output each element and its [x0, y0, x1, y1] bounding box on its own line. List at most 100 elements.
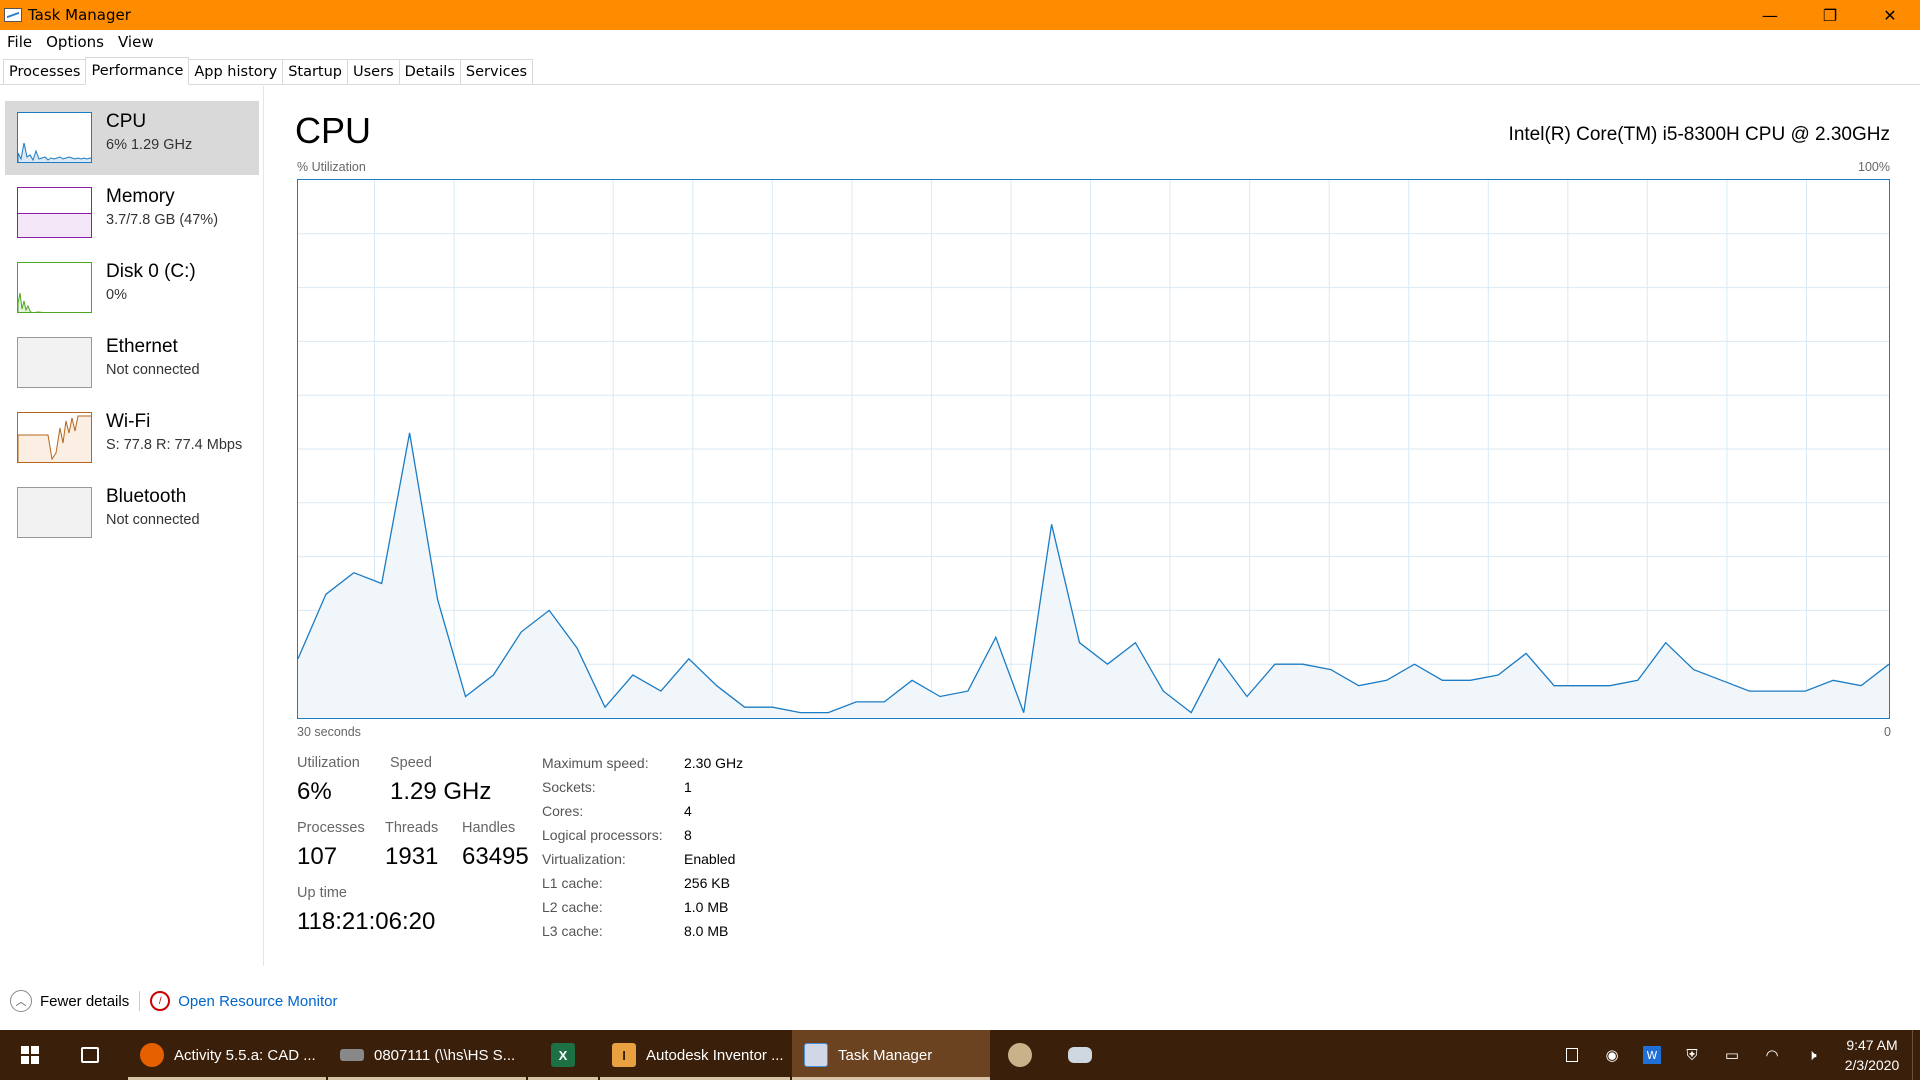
show-desktop-button[interactable]	[1912, 1030, 1920, 1080]
cpu-specs: Maximum speed: 2.30 GHz Sockets: 1 Cores: 4…	[542, 755, 802, 945]
taskbar-app-label: Activity 5.5.a: CAD ...	[174, 1046, 316, 1064]
task-manager-icon	[804, 1043, 828, 1067]
footer-divider	[139, 991, 141, 1011]
sidebar-item-label: Memory	[106, 186, 175, 207]
sidebar-item-ethernet[interactable]: Ethernet Not connected	[5, 326, 259, 400]
spec-value: 256 KB	[684, 875, 730, 891]
graph-zero-label: 0	[1884, 725, 1891, 739]
wifi-icon[interactable]: ◠	[1752, 1030, 1792, 1080]
sidebar-item-wifi[interactable]: Wi-Fi S: 77.8 R: 77.4 Mbps	[5, 401, 259, 475]
sidebar-item-cpu[interactable]: CPU 6% 1.29 GHz	[5, 101, 259, 175]
wifi-thumbnail-graph	[17, 412, 92, 463]
chevron-up-icon[interactable]: ︿	[10, 990, 32, 1012]
shield-icon[interactable]: ⛨	[1672, 1030, 1712, 1080]
tab-bar: Processes Performance App history Startu…	[0, 57, 1920, 85]
threads-label: Threads	[385, 820, 439, 836]
page-title: CPU	[295, 110, 372, 151]
spec-value: 1.0 MB	[684, 899, 729, 915]
battery-icon[interactable]: ▭	[1712, 1030, 1752, 1080]
fewer-details-link[interactable]: Fewer details	[40, 993, 129, 1010]
taskbar-app-firefox[interactable]: Activity 5.5.a: CAD ...	[128, 1030, 326, 1080]
ethernet-thumbnail-graph	[17, 337, 92, 388]
processes-label: Processes	[297, 820, 365, 836]
notification-square-icon[interactable]	[1552, 1030, 1592, 1080]
uptime-value: 118:21:06:20	[297, 908, 436, 935]
spec-value: 1	[684, 779, 692, 795]
handles-value: 63495	[462, 843, 529, 870]
spec-key: Sockets:	[542, 779, 596, 795]
spec-value: 2.30 GHz	[684, 755, 744, 771]
clock-date: 2/3/2020	[1844, 1057, 1900, 1073]
sidebar-item-value: Not connected	[106, 362, 200, 378]
cloud-app-icon	[1068, 1047, 1092, 1063]
sidebar-item-label: Disk 0 (C:)	[106, 261, 196, 282]
restore-button[interactable]: ❐	[1800, 0, 1860, 30]
footer-bar: ︿ Fewer details / Open Resource Monitor	[0, 985, 1920, 1017]
inventor-icon: I	[612, 1043, 636, 1067]
excel-icon: X	[551, 1043, 575, 1067]
tab-performance[interactable]: Performance	[85, 57, 190, 85]
title-bar: Task Manager — ❐ ✕	[0, 0, 1920, 30]
bluetooth-thumbnail-graph	[17, 487, 92, 538]
memory-thumbnail-graph	[17, 187, 92, 238]
cpu-utilization-chart	[297, 180, 1890, 718]
chrome-tray-icon[interactable]: ◉	[1592, 1030, 1632, 1080]
spec-key: L1 cache:	[542, 875, 603, 891]
speaker-muted-icon[interactable]: 🕨	[1792, 1030, 1832, 1080]
menu-options[interactable]: Options	[39, 33, 111, 51]
taskbar-app-excel[interactable]: X	[528, 1030, 598, 1080]
start-button[interactable]	[0, 1030, 60, 1080]
minimize-button[interactable]: —	[1740, 0, 1800, 30]
taskbar-app-inventor[interactable]: I Autodesk Inventor ...	[600, 1030, 790, 1080]
system-tray: ◉ W ⛨ ▭ ◠ 🕨 9:47 AM 2/3/2020	[1552, 1030, 1920, 1080]
sidebar-item-value: 3.7/7.8 GB (47%)	[106, 212, 219, 228]
clock[interactable]: 9:47 AM 2/3/2020	[1832, 1035, 1912, 1075]
taskbar-app-label: Task Manager	[838, 1046, 933, 1064]
disk-thumbnail-graph	[17, 262, 92, 313]
clock-time: 9:47 AM	[1846, 1037, 1898, 1053]
menu-view[interactable]: View	[111, 33, 161, 51]
tab-details[interactable]: Details	[398, 59, 461, 84]
spec-key: L2 cache:	[542, 899, 603, 915]
open-resource-monitor-link[interactable]: Open Resource Monitor	[178, 993, 337, 1010]
wacom-tray-icon[interactable]: W	[1632, 1030, 1672, 1080]
task-view-icon	[81, 1047, 99, 1063]
tab-services[interactable]: Services	[459, 59, 534, 84]
tab-app-history[interactable]: App history	[188, 59, 284, 84]
menu-file[interactable]: File	[0, 33, 39, 51]
sidebar-item-value: 0%	[106, 287, 127, 303]
close-button[interactable]: ✕	[1860, 0, 1920, 30]
spec-key: Logical processors:	[542, 827, 663, 843]
utilization-value: 6%	[297, 778, 332, 805]
tab-processes[interactable]: Processes	[3, 59, 87, 84]
taskbar-app-drive[interactable]: 0807111 (\\hs\HS S...	[328, 1030, 526, 1080]
taskbar-app-paint[interactable]	[990, 1030, 1050, 1080]
menu-bar: File Options View	[0, 30, 161, 54]
spec-key: Maximum speed:	[542, 755, 649, 771]
task-manager-icon	[4, 8, 22, 22]
taskbar-app-cloud[interactable]	[1050, 1030, 1110, 1080]
paint-palette-icon	[1008, 1043, 1032, 1067]
spec-value: 8	[684, 827, 692, 843]
handles-label: Handles	[462, 820, 516, 836]
spec-key: Cores:	[542, 803, 584, 819]
sidebar-item-disk[interactable]: Disk 0 (C:) 0%	[5, 251, 259, 325]
spec-value: 8.0 MB	[684, 923, 729, 939]
threads-value: 1931	[385, 843, 439, 870]
taskbar-app-label: 0807111 (\\hs\HS S...	[374, 1046, 516, 1064]
sidebar-item-bluetooth[interactable]: Bluetooth Not connected	[5, 476, 259, 550]
sidebar-item-value: 6% 1.29 GHz	[106, 137, 193, 153]
tab-users[interactable]: Users	[347, 59, 400, 84]
resource-monitor-icon: /	[150, 991, 171, 1011]
firefox-icon	[140, 1043, 164, 1067]
sidebar-item-label: Wi-Fi	[106, 411, 151, 432]
sidebar-item-memory[interactable]: Memory 3.7/7.8 GB (47%)	[5, 176, 259, 250]
processes-value: 107	[297, 843, 338, 870]
window-title: Task Manager	[28, 6, 131, 24]
taskbar-app-label: Autodesk Inventor ...	[646, 1046, 784, 1064]
spec-value: Enabled	[684, 851, 736, 867]
task-view-button[interactable]	[60, 1030, 120, 1080]
taskbar-app-task-manager[interactable]: Task Manager	[792, 1030, 990, 1080]
graph-y-label: % Utilization	[297, 160, 366, 174]
tab-startup[interactable]: Startup	[282, 59, 349, 84]
